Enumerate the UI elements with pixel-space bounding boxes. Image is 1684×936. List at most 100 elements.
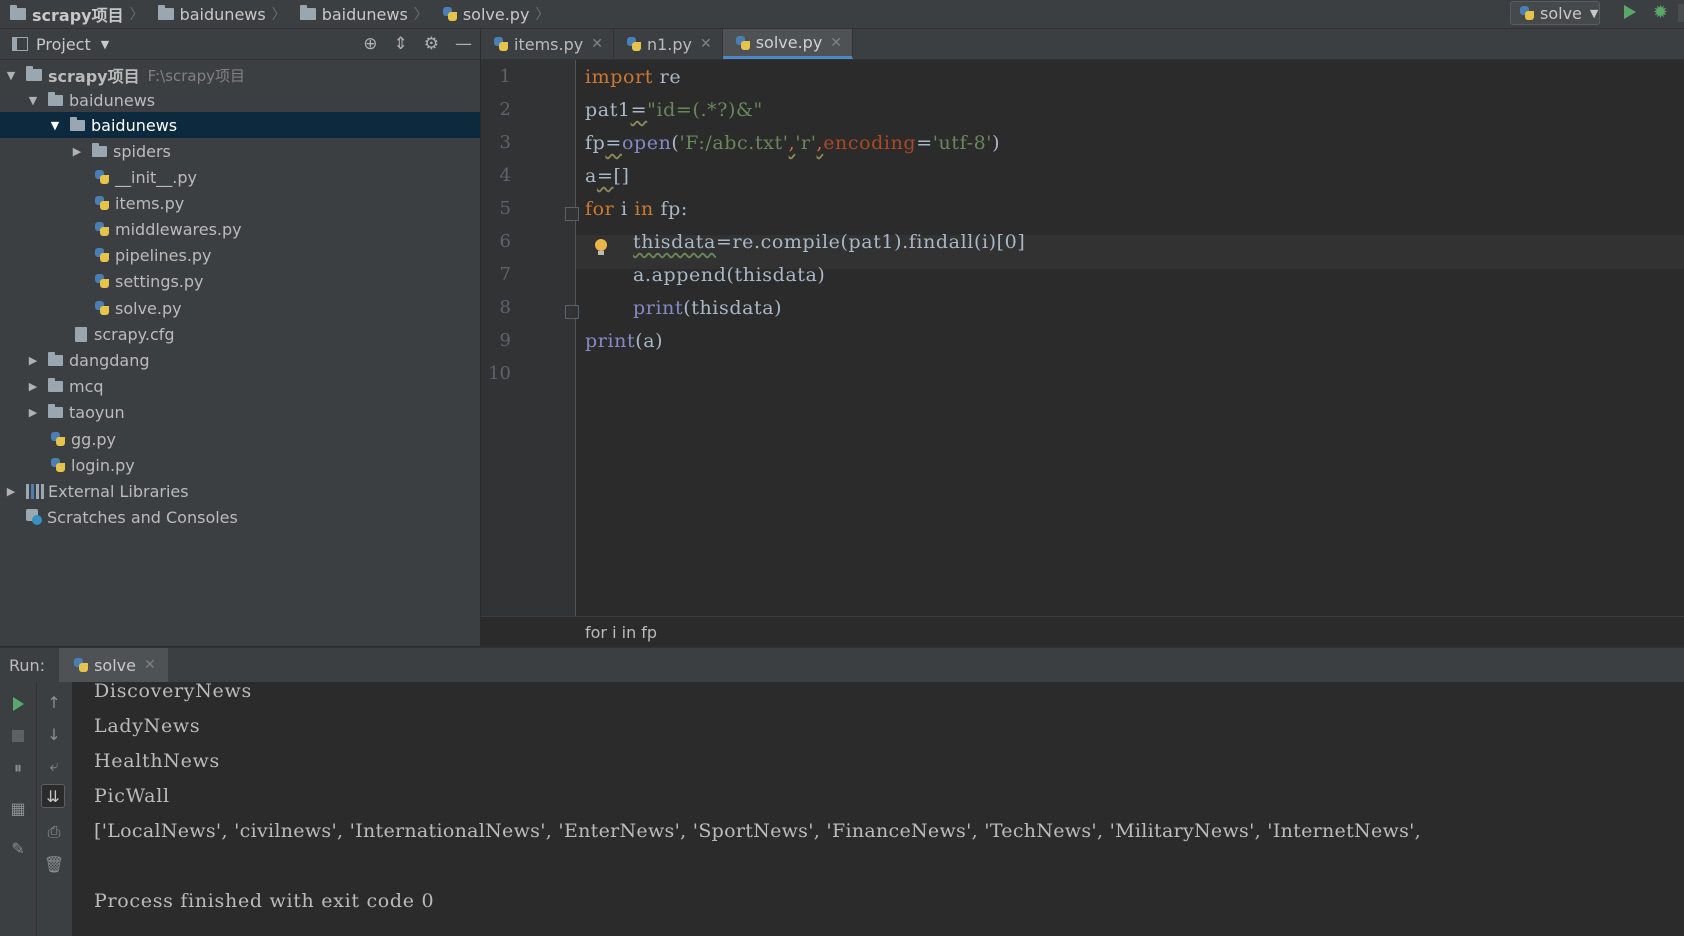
python-icon	[1519, 5, 1535, 21]
folder-icon	[48, 403, 63, 418]
expanded-arrow-icon[interactable]: ▼	[4, 69, 18, 82]
collapsed-arrow-icon[interactable]: ▶	[26, 380, 40, 393]
collapsed-arrow-icon[interactable]: ▶	[26, 406, 40, 419]
console-exit-line: Process finished with exit code 0	[94, 890, 435, 912]
navigation-bar: scrapy项目〉 baidunews 〉 baidunews 〉 solve.py…	[0, 0, 1684, 29]
tree-item-external-libraries[interactable]: ▶ External Libraries	[0, 478, 480, 504]
breadcrumb-for-loop[interactable]: for i in fp	[585, 623, 657, 642]
lightbulb-icon[interactable]	[595, 239, 607, 255]
python-file-icon	[94, 247, 110, 263]
line-number: 1	[499, 66, 511, 87]
folder-icon	[299, 5, 316, 20]
breadcrumb-solve-py[interactable]: solve.py 〉	[432, 0, 554, 28]
python-file-icon	[50, 457, 66, 473]
scroll-to-end-icon[interactable]: ⇊	[41, 784, 65, 808]
folder-icon	[157, 5, 174, 20]
python-file-icon	[94, 195, 110, 211]
library-icon	[26, 483, 44, 499]
code-line-7: a.append(thisdata)	[633, 264, 826, 286]
rerun-icon[interactable]	[6, 692, 30, 716]
code-line-2: pat1="id=(.*?)&"	[585, 99, 763, 121]
minimize-icon[interactable]: —	[455, 34, 472, 54]
project-view-selector[interactable]: Project	[36, 35, 91, 54]
tab-n1-py[interactable]: n1.py ✕	[614, 29, 723, 59]
close-icon[interactable]: ✕	[591, 36, 603, 52]
soft-wrap-icon[interactable]: ⤶	[42, 754, 66, 778]
config-file-icon	[75, 326, 87, 342]
console-line: PicWall	[94, 785, 170, 807]
folder-icon	[26, 66, 42, 81]
pause-icon[interactable]: ⏸	[6, 756, 30, 780]
tree-item-dangdang[interactable]: ▶ dangdang	[0, 347, 480, 373]
python-file-icon	[94, 300, 110, 316]
python-icon	[73, 657, 89, 673]
tab-items-py[interactable]: items.py ✕	[481, 29, 614, 59]
line-number: 9	[499, 330, 511, 351]
run-icon[interactable]	[1624, 5, 1636, 19]
line-number: 4	[499, 165, 511, 186]
project-panel-header: Project ▼ ⊕ ⇕ ⚙ —	[0, 29, 480, 60]
close-icon[interactable]: ✕	[700, 36, 712, 52]
code-line-5: for i in fp:	[585, 198, 688, 220]
collapsed-arrow-icon[interactable]: ▶	[70, 145, 84, 158]
close-icon[interactable]: ✕	[830, 35, 842, 51]
line-number: 3	[499, 132, 511, 153]
python-file-icon	[626, 36, 642, 52]
trash-icon[interactable]: 🗑	[42, 852, 66, 876]
tree-item-baidunews[interactable]: ▼ baidunews	[0, 87, 480, 113]
fold-marker[interactable]	[565, 207, 579, 221]
code-line-6: thisdata=re.compile(pat1).findall(i)[0]	[633, 231, 1026, 253]
run-toolbar-secondary: ↑ ↓ ⤶ ⇊ ⎙ 🗑	[36, 682, 72, 936]
line-number: 2	[499, 99, 511, 120]
stop-icon[interactable]	[6, 724, 30, 748]
collapsed-arrow-icon[interactable]: ▶	[4, 485, 18, 498]
run-toolbar-primary: ⏸ ▦ ✎	[0, 682, 36, 936]
tree-item-scratches-consoles[interactable]: Scratches and Consoles	[0, 504, 506, 530]
debug-bug-icon[interactable]: ✹	[1653, 3, 1668, 23]
python-file-icon	[735, 35, 751, 51]
code-line-3: fp=open('F:/abc.txt','r',encoding='utf-8…	[585, 132, 1001, 154]
fold-marker[interactable]	[565, 305, 579, 319]
breadcrumb-baidunews-inner[interactable]: baidunews 〉	[290, 0, 432, 28]
arrow-up-icon[interactable]: ↑	[42, 690, 66, 714]
tree-item-baidunews-inner[interactable]: ▼ baidunews	[0, 112, 480, 138]
locate-crosshair-icon[interactable]: ⊕	[363, 34, 377, 54]
tree-item-scrapy-root[interactable]: ▼ scrapy项目 F:\scrapy项目	[0, 62, 480, 88]
code-line-1: import re	[585, 66, 682, 88]
gear-icon[interactable]: ⚙	[424, 34, 439, 54]
arrow-down-icon[interactable]: ↓	[42, 722, 66, 746]
collapse-all-icon[interactable]: ⇕	[394, 34, 408, 54]
tree-item-taoyun[interactable]: ▶ taoyun	[0, 399, 480, 425]
tree-item-scrapy-cfg[interactable]: scrapy.cfg	[0, 321, 555, 347]
python-file-icon	[94, 169, 110, 185]
folder-icon	[48, 351, 63, 366]
line-number: 5	[499, 198, 511, 219]
expanded-arrow-icon[interactable]: ▼	[26, 94, 40, 107]
tree-item-spiders[interactable]: ▶ spiders	[0, 138, 480, 164]
tree-item-login-py[interactable]: login.py	[0, 452, 530, 478]
editor-breadcrumb: for i in fp	[481, 616, 1684, 647]
toolbar-overflow	[1678, 4, 1684, 22]
chevron-down-icon[interactable]: ▼	[101, 38, 109, 51]
print-icon[interactable]: ⎙	[42, 820, 66, 844]
run-configuration-select[interactable]: solve ▼	[1510, 1, 1600, 25]
expanded-arrow-icon[interactable]: ▼	[48, 119, 62, 132]
tree-item-mcq[interactable]: ▶ mcq	[0, 373, 480, 399]
run-panel-title: Run:	[9, 655, 46, 675]
pin-icon[interactable]: ✎	[6, 836, 30, 860]
chevron-down-icon: ▼	[1589, 6, 1599, 20]
tab-solve-py[interactable]: solve.py ✕	[722, 29, 854, 59]
line-number: 8	[499, 297, 511, 318]
python-file-icon	[94, 221, 110, 237]
console-line: DiscoveryNews	[94, 680, 252, 702]
folder-icon	[70, 116, 85, 131]
line-number: 10	[488, 363, 511, 384]
tree-item-gg-py[interactable]: gg.py	[0, 426, 530, 452]
breadcrumb-project[interactable]: scrapy项目〉	[0, 0, 148, 28]
breadcrumb-baidunews[interactable]: baidunews 〉	[148, 0, 290, 28]
folder-icon	[48, 377, 63, 392]
close-icon[interactable]: ✕	[144, 657, 156, 673]
collapsed-arrow-icon[interactable]: ▶	[26, 354, 40, 367]
layout-icon[interactable]: ▦	[6, 796, 30, 820]
code-line-4: a=[]	[585, 165, 630, 187]
